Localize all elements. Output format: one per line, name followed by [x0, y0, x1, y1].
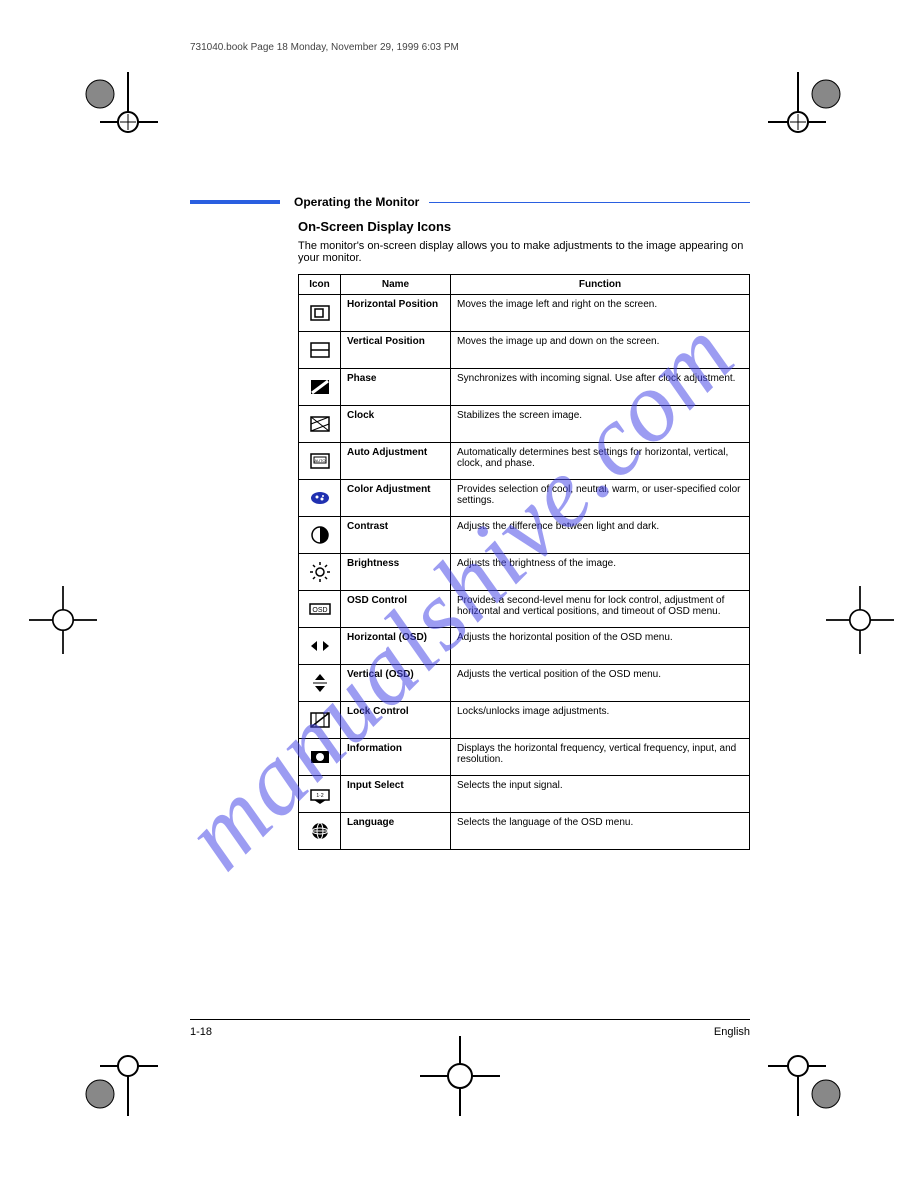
table-row: PhaseSynchronizes with incoming signal. … [299, 369, 750, 406]
cell-desc: Selects the language of the OSD menu. [451, 813, 750, 850]
cell-desc: Adjusts the difference between light and… [451, 517, 750, 554]
lock-icon [308, 708, 332, 732]
cell-name: Lock Control [341, 702, 451, 739]
table-row: Horizontal PositionMoves the image left … [299, 295, 750, 332]
table-row: ClockStabilizes the screen image. [299, 406, 750, 443]
osd-icon-table: Icon Name Function Horizontal PositionMo… [298, 274, 750, 850]
cell-icon [299, 776, 341, 813]
cell-name: Vertical Position [341, 332, 451, 369]
header-title: Operating the Monitor [294, 195, 419, 209]
table-row: Vertical PositionMoves the image up and … [299, 332, 750, 369]
cell-icon [299, 813, 341, 850]
regmark-icon [78, 1036, 158, 1116]
cell-desc: Provides selection of cool, neutral, war… [451, 480, 750, 517]
cell-desc: Adjusts the horizontal position of the O… [451, 628, 750, 665]
table-row: BrightnessAdjusts the brightness of the … [299, 554, 750, 591]
cell-desc: Displays the horizontal frequency, verti… [451, 739, 750, 776]
clock-icon [308, 412, 332, 436]
cell-name: Phase [341, 369, 451, 406]
cell-icon [299, 443, 341, 480]
cell-name: OSD Control [341, 591, 451, 628]
regmark-icon [420, 1036, 500, 1116]
section-intro: The monitor's on-screen display allows y… [298, 240, 750, 264]
cell-desc: Selects the input signal. [451, 776, 750, 813]
header-accent [190, 200, 280, 204]
hosd-icon [308, 634, 332, 658]
regmark-icon [768, 1036, 848, 1116]
table-row: ContrastAdjusts the difference between l… [299, 517, 750, 554]
cell-name: Auto Adjustment [341, 443, 451, 480]
cell-name: Contrast [341, 517, 451, 554]
info-icon [308, 745, 332, 769]
cell-name: Clock [341, 406, 451, 443]
table-row: Horizontal (OSD)Adjusts the horizontal p… [299, 628, 750, 665]
th-icon: Icon [299, 275, 341, 295]
cell-name: Information [341, 739, 451, 776]
vpos-icon [308, 338, 332, 362]
section-title: On-Screen Display Icons [298, 219, 750, 234]
cell-icon [299, 628, 341, 665]
section-header-rule: Operating the Monitor [190, 195, 750, 209]
cell-desc: Locks/unlocks image adjustments. [451, 702, 750, 739]
th-name: Name [341, 275, 451, 295]
cell-desc: Synchronizes with incoming signal. Use a… [451, 369, 750, 406]
table-header-row: Icon Name Function [299, 275, 750, 295]
header-rule [429, 202, 750, 203]
table-row: Color AdjustmentProvides selection of co… [299, 480, 750, 517]
cell-icon [299, 517, 341, 554]
cell-desc: Provides a second-level menu for lock co… [451, 591, 750, 628]
cell-icon [299, 480, 341, 517]
table-row: Input SelectSelects the input signal. [299, 776, 750, 813]
cell-desc: Moves the image left and right on the sc… [451, 295, 750, 332]
osd-icon [308, 597, 332, 621]
table-row: InformationDisplays the horizontal frequ… [299, 739, 750, 776]
bright-icon [308, 560, 332, 584]
table-row: OSD ControlProvides a second-level menu … [299, 591, 750, 628]
cell-icon [299, 332, 341, 369]
cell-name: Input Select [341, 776, 451, 813]
regmark-icon [78, 72, 158, 152]
cell-name: Language [341, 813, 451, 850]
cell-icon [299, 369, 341, 406]
footer-language: English [714, 1026, 750, 1038]
table-row: Vertical (OSD)Adjusts the vertical posit… [299, 665, 750, 702]
cell-name: Horizontal (OSD) [341, 628, 451, 665]
cell-name: Color Adjustment [341, 480, 451, 517]
table-row: Auto AdjustmentAutomatically determines … [299, 443, 750, 480]
cell-icon [299, 739, 341, 776]
book-stamp: 731040.book Page 18 Monday, November 29,… [190, 42, 459, 53]
phase-icon [308, 375, 332, 399]
cell-desc: Adjusts the vertical position of the OSD… [451, 665, 750, 702]
cell-desc: Moves the image up and down on the scree… [451, 332, 750, 369]
color-icon [308, 486, 332, 510]
th-func: Function [451, 275, 750, 295]
cell-desc: Automatically determines best settings f… [451, 443, 750, 480]
cell-icon [299, 665, 341, 702]
contrast-icon [308, 523, 332, 547]
cell-icon [299, 591, 341, 628]
regmark-icon [768, 72, 848, 152]
input-icon [308, 782, 332, 806]
cell-icon [299, 702, 341, 739]
table-row: Lock ControlLocks/unlocks image adjustme… [299, 702, 750, 739]
page-number: 1-18 [190, 1026, 212, 1038]
vosd-icon [308, 671, 332, 695]
cell-icon [299, 295, 341, 332]
cell-desc: Adjusts the brightness of the image. [451, 554, 750, 591]
cell-desc: Stabilizes the screen image. [451, 406, 750, 443]
regmark-icon [826, 586, 894, 654]
page-content: Operating the Monitor On-Screen Display … [190, 195, 750, 850]
cell-icon [299, 406, 341, 443]
auto-icon [308, 449, 332, 473]
lang-icon [308, 819, 332, 843]
hpos-icon [308, 301, 332, 325]
cell-name: Horizontal Position [341, 295, 451, 332]
table-row: LanguageSelects the language of the OSD … [299, 813, 750, 850]
cell-name: Brightness [341, 554, 451, 591]
cell-name: Vertical (OSD) [341, 665, 451, 702]
regmark-icon [29, 586, 97, 654]
cell-icon [299, 554, 341, 591]
